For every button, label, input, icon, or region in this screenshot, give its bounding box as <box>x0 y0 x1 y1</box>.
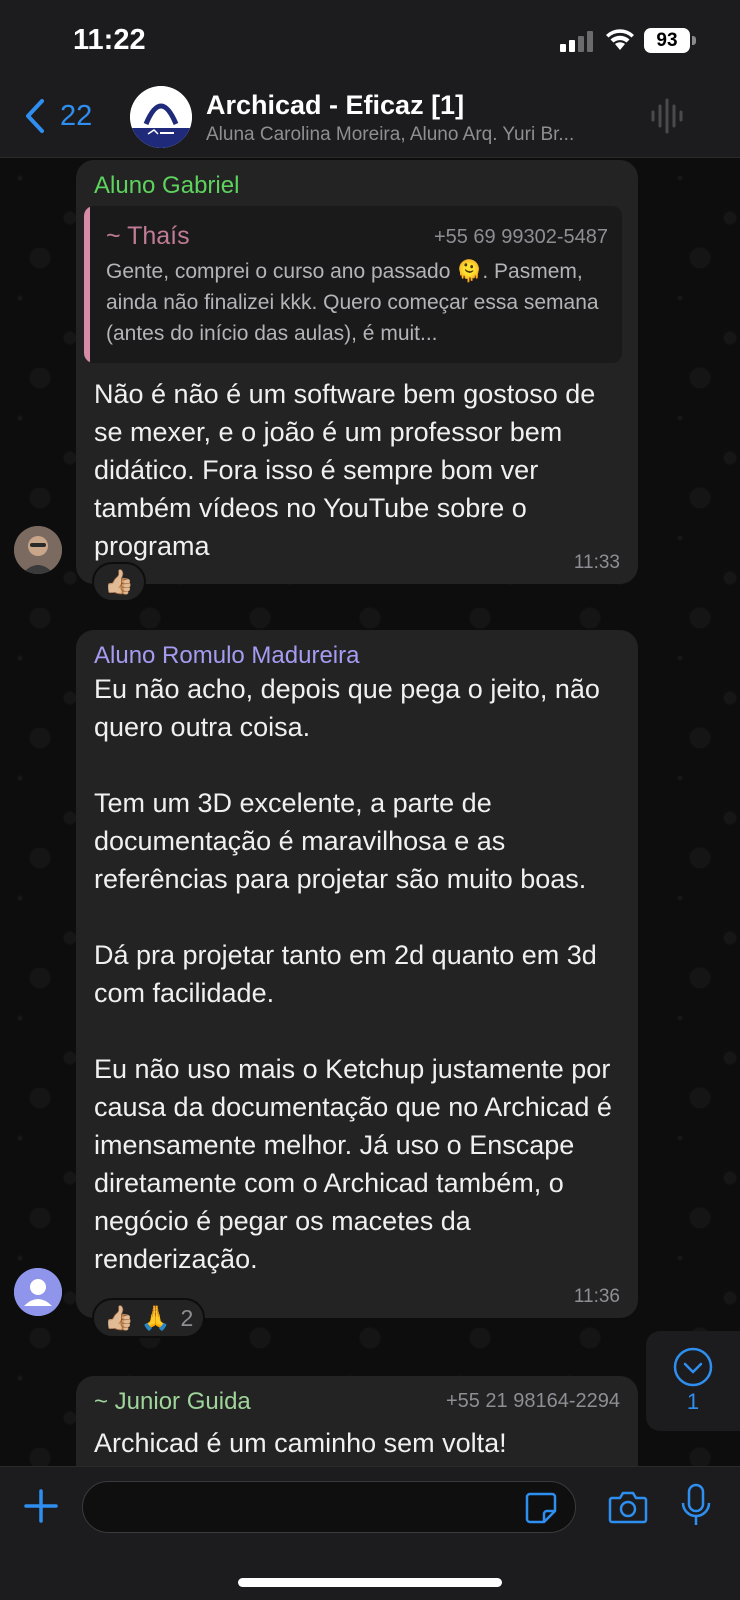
message-time: 11:36 <box>573 1286 620 1307</box>
home-indicator <box>238 1578 502 1587</box>
camera-icon[interactable] <box>608 1489 648 1525</box>
reaction-count: 2 <box>180 1304 194 1331</box>
quoted-message[interactable]: ~ Thaís +55 69 99302-5487 Gente, comprei… <box>84 206 622 363</box>
chevron-down-circle-icon <box>673 1347 713 1387</box>
message-reactions[interactable]: 👍🏼 🙏 2 <box>92 1298 206 1338</box>
scroll-to-bottom-button[interactable]: 1 <box>646 1331 740 1431</box>
back-chevron-icon[interactable] <box>20 96 50 136</box>
back-unread-count[interactable]: 22 <box>60 100 92 133</box>
status-time: 11:22 <box>73 24 146 56</box>
message-sender[interactable]: Aluno Romulo Madureira <box>94 642 620 670</box>
unread-count: 1 <box>686 1389 700 1414</box>
voice-chat-icon[interactable] <box>650 96 686 136</box>
status-bar: 11:22 93 <box>0 0 740 78</box>
chat-members[interactable]: Aluna Carolina Moreira, Aluno Arq. Yuri … <box>206 124 626 146</box>
quoted-author: ~ Thaís <box>106 222 190 250</box>
message-time: 11:33 <box>573 552 620 573</box>
default-avatar-icon <box>14 1268 62 1316</box>
wifi-icon <box>606 29 634 50</box>
sender-phone: +55 21 98164-2294 <box>445 1390 620 1412</box>
person-photo-icon <box>14 526 62 574</box>
sender-avatar[interactable] <box>14 526 62 574</box>
reaction-emoji: 👍🏼 <box>104 568 134 596</box>
quoted-phone: +55 69 99302-5487 <box>433 226 608 248</box>
message-bubble[interactable]: ~ Junior Guida +55 21 98164-2294 Archica… <box>76 1376 638 1466</box>
chat-title[interactable]: Archicad - Eficaz [1] <box>206 90 464 121</box>
cellular-signal-icon <box>560 30 594 52</box>
message-sender[interactable]: ~ Junior Guida <box>94 1388 251 1416</box>
message-bubble[interactable]: Aluno Gabriel ~ Thaís +55 69 99302-5487 … <box>76 160 638 584</box>
chat-background: Aluno Gabriel ~ Thaís +55 69 99302-5487 … <box>0 158 740 1466</box>
message-bubble[interactable]: Aluno Romulo Madureira Eu não acho, depo… <box>76 630 638 1318</box>
group-logo-icon <box>130 86 192 148</box>
chat-header: 22 Archicad - Eficaz [1] Aluna Carolina … <box>0 78 740 158</box>
reaction-emoji: 👍🏼 🙏 <box>104 1304 171 1332</box>
sticker-icon[interactable] <box>524 1491 558 1525</box>
microphone-icon[interactable] <box>680 1483 712 1529</box>
plus-icon[interactable] <box>22 1487 60 1525</box>
message-sender[interactable]: Aluno Gabriel <box>94 172 620 200</box>
message-text: Eu não acho, depois que pega o jeito, nã… <box>94 674 612 1274</box>
sender-avatar[interactable] <box>14 1268 62 1316</box>
message-text: Não é não é um software bem gostoso de s… <box>94 379 596 561</box>
quoted-text: Gente, comprei o curso ano passado 🫠. Pa… <box>106 260 599 345</box>
message-input[interactable] <box>82 1481 576 1533</box>
battery-tip <box>692 36 696 45</box>
message-text: Archicad é um caminho sem volta! <box>94 1428 507 1458</box>
battery-indicator: 93 <box>644 28 690 53</box>
group-avatar[interactable] <box>130 86 192 148</box>
message-reactions[interactable]: 👍🏼 <box>92 562 146 602</box>
